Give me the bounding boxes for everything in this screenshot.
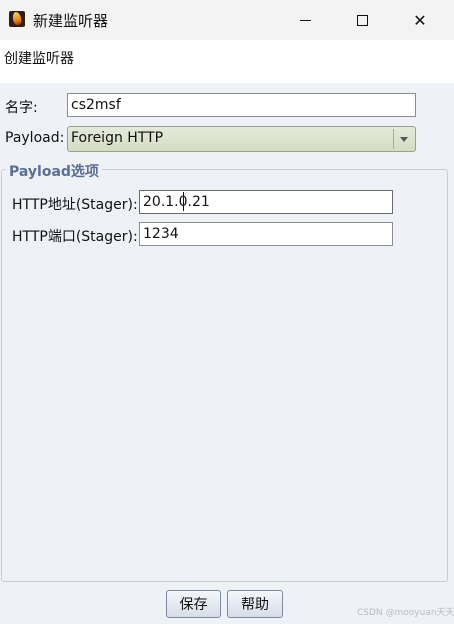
http-host-label: HTTP地址(Stager): <box>12 197 138 213</box>
title-bar: 新建监听器 ✕ <box>0 0 454 40</box>
watermark-text: CSDN @mooyuan天天 <box>357 608 454 618</box>
minimize-button[interactable] <box>282 0 328 40</box>
http-port-input[interactable] <box>139 222 393 246</box>
dropdown-arrow-icon[interactable] <box>393 129 413 149</box>
text-caret <box>183 192 184 211</box>
maximize-button[interactable] <box>339 0 385 40</box>
payload-label: Payload: <box>5 130 65 146</box>
help-button[interactable]: 帮助 <box>227 590 283 618</box>
header-text: 创建监听器 <box>4 51 74 67</box>
minimize-icon <box>299 19 311 21</box>
close-button[interactable]: ✕ <box>397 0 443 40</box>
payload-selected-value: Foreign HTTP <box>71 130 164 146</box>
window-title: 新建监听器 <box>33 12 109 30</box>
name-input[interactable] <box>67 93 416 117</box>
payload-options-title: Payload选项 <box>6 161 102 181</box>
http-port-label: HTTP端口(Stager): <box>12 229 138 245</box>
header-panel: 创建监听器 <box>0 40 454 83</box>
name-label: 名字: <box>5 100 38 116</box>
save-button[interactable]: 保存 <box>166 590 221 618</box>
payload-select[interactable]: Foreign HTTP <box>67 126 416 152</box>
close-icon: ✕ <box>413 10 427 30</box>
maximize-icon <box>356 14 368 26</box>
http-host-input[interactable] <box>139 190 393 214</box>
flame-app-icon <box>9 11 25 27</box>
